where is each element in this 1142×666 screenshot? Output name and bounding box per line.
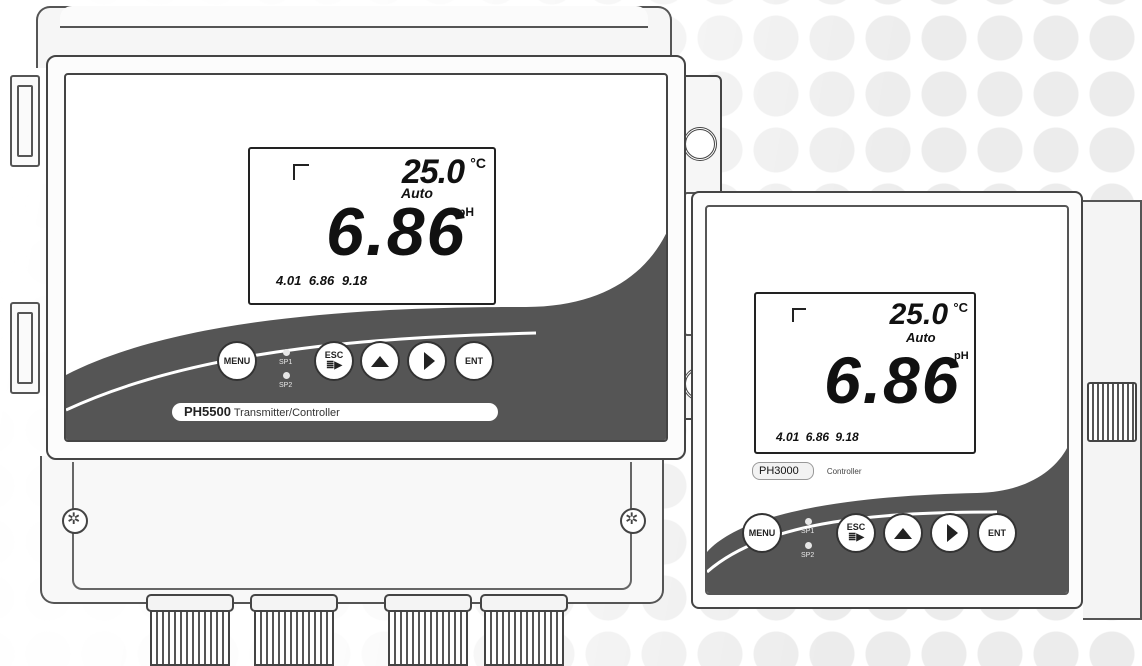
up-arrow-icon: [894, 527, 912, 539]
terminal-cover: [72, 462, 632, 590]
ph-value-readout: 6.86: [326, 194, 467, 270]
right-arrow-icon: [946, 524, 958, 542]
up-button[interactable]: [362, 343, 398, 379]
cable-gland: [480, 594, 568, 666]
model-subtitle: Transmitter/Controller: [233, 407, 340, 419]
ent-button-label: ENT: [988, 528, 1006, 538]
temperature-unit: °C: [470, 155, 486, 171]
model-name: PH3000: [752, 462, 814, 480]
sp2-label: SP2: [279, 382, 293, 389]
up-arrow-icon: [371, 355, 389, 367]
ph3000-rear-body: [1083, 200, 1142, 620]
esc-button-label: ESC: [846, 522, 866, 532]
temperature-unit: °C: [953, 300, 968, 315]
ent-button-label: ENT: [465, 356, 483, 366]
cable-gland: [146, 594, 234, 666]
sp2-label: SP2: [801, 552, 815, 559]
backlight-icon: ≣▶: [847, 532, 865, 543]
top-hinge: [10, 75, 40, 167]
menu-button-label: MENU: [223, 356, 251, 366]
cable-gland: [250, 594, 338, 666]
buffer-values: 4.01 6.86 9.18: [276, 273, 368, 288]
ph5500-panel: 25.0 °C Auto 6.86 pH 4.01 6.86 9.18: [64, 73, 668, 442]
ph5500-model-label: PH5500 Transmitter/Controller: [172, 403, 498, 421]
ph5500-front-cover: 25.0 °C Auto 6.86 pH 4.01 6.86 9.18: [46, 55, 686, 460]
ph5500-lcd-display: 25.0 °C Auto 6.86 pH 4.01 6.86 9.18: [248, 147, 496, 305]
menu-button[interactable]: MENU: [219, 343, 255, 379]
sp1-label: SP1: [279, 359, 293, 366]
ph3000-lcd-display: 25.0 °C Auto 6.86 pH 4.01 6.86 9.18: [754, 292, 976, 454]
sp1-label: SP1: [801, 528, 815, 535]
hold-indicator-icon: [293, 164, 309, 180]
screw-icon: [620, 508, 646, 534]
sp2-led: [805, 542, 812, 549]
screw-icon: [62, 508, 88, 534]
model-subtitle: Controller: [826, 467, 862, 476]
buffer-values: 4.01 6.86 9.18: [776, 430, 859, 444]
menu-button-label: MENU: [748, 528, 776, 538]
latch-knob: [683, 127, 717, 161]
up-button[interactable]: [885, 515, 921, 551]
cable-gland: [384, 594, 472, 666]
ent-button[interactable]: ENT: [979, 515, 1015, 551]
sp2-led: [283, 372, 290, 379]
ent-button[interactable]: ENT: [456, 343, 492, 379]
ph5500-terminal-housing: [40, 456, 664, 604]
ph-value-readout: 6.86: [824, 343, 961, 417]
menu-button[interactable]: MENU: [744, 515, 780, 551]
ph3000-model-label: PH3000 Controller: [752, 462, 862, 480]
ph-unit: pH: [954, 350, 969, 362]
right-button[interactable]: [409, 343, 445, 379]
sp1-led: [805, 518, 812, 525]
model-name: PH5500: [184, 404, 231, 419]
hold-indicator-icon: [792, 308, 806, 322]
bottom-hinge: [10, 302, 40, 394]
esc-button-label: ESC: [324, 350, 344, 360]
right-arrow-icon: [423, 352, 435, 370]
right-button[interactable]: [932, 515, 968, 551]
sp1-led: [283, 349, 290, 356]
rear-connector: [1087, 382, 1137, 442]
backlight-icon: ≣▶: [325, 360, 343, 371]
temperature-readout: 25.0: [889, 298, 948, 331]
esc-button[interactable]: ESC ≣▶: [838, 515, 874, 551]
ph-unit: pH: [458, 205, 474, 219]
esc-button[interactable]: ESC ≣▶: [316, 343, 352, 379]
